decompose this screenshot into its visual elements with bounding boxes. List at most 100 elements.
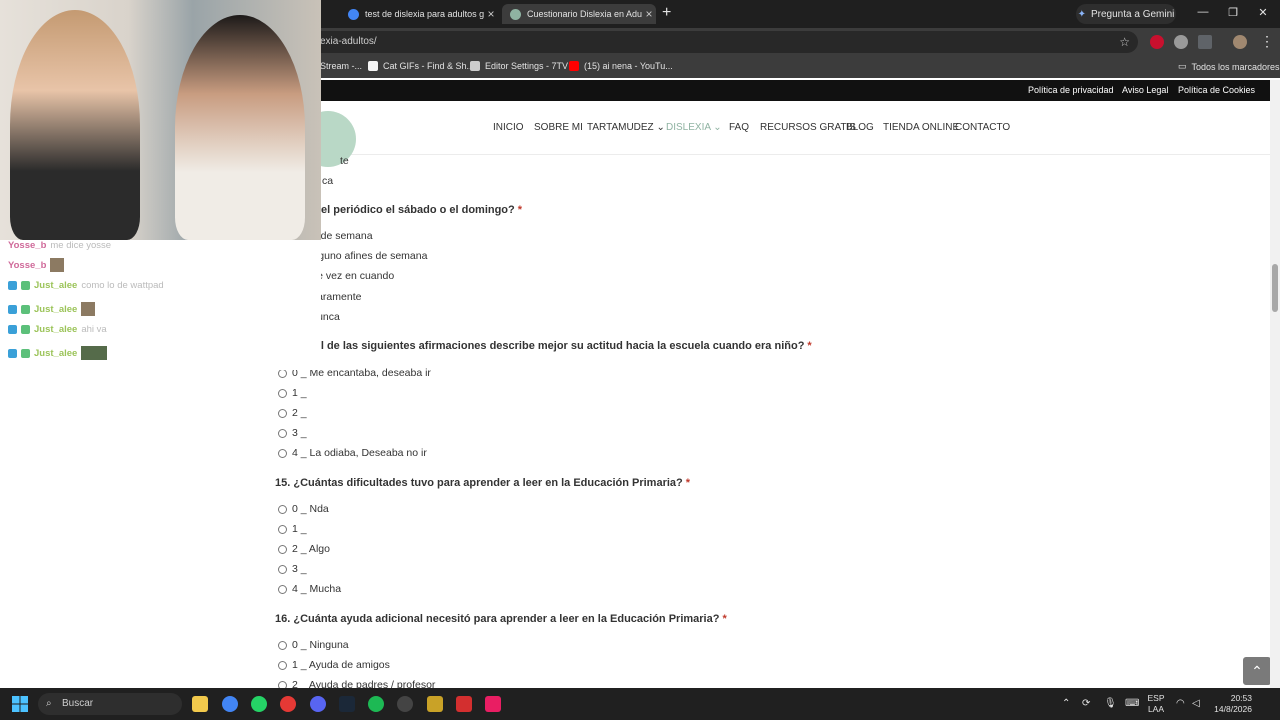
app-icon[interactable] (485, 696, 501, 712)
radio-button[interactable] (278, 388, 287, 398)
google-favicon-icon (348, 8, 359, 20)
chat-message: Yosse_b (8, 258, 65, 272)
scrollbar-thumb[interactable] (1272, 264, 1278, 312)
q16-option-0[interactable]: 0 _ Ninguna (278, 639, 349, 651)
sync-icon[interactable]: ⟳ (1082, 698, 1090, 709)
chat-message: Just_alee ahi va (8, 324, 107, 335)
q15-option-2[interactable]: 2 _ Algo (278, 543, 330, 555)
profile-avatar[interactable] (1233, 35, 1247, 49)
folder-icon: ▭ (1178, 61, 1187, 71)
q14-option-2[interactable]: 2 _ (278, 407, 307, 419)
radio-button[interactable] (278, 640, 287, 650)
nav-tienda-online[interactable]: TIENDA ONLINE (883, 122, 959, 133)
q15-option-4[interactable]: 4 _ Mucha (278, 583, 341, 595)
cookies-policy-link[interactable]: Política de Cookies (1178, 85, 1255, 95)
app-icon[interactable] (280, 696, 296, 712)
question-14-title: 14. ¿Cuál de las siguientes afirmaciones… (275, 340, 812, 352)
nav-contacto[interactable]: CONTACTO (955, 122, 1010, 133)
extensions-puzzle-icon[interactable] (1198, 35, 1212, 49)
scroll-to-top-button[interactable]: ⌃ (1243, 657, 1270, 685)
q15-option-3[interactable]: 3 _ (278, 563, 307, 575)
webcam-overlay (0, 0, 321, 240)
nav-dislexia[interactable]: DISLEXIA ⌄ (666, 122, 722, 133)
gemini-button[interactable]: ✦ Pregunta a Gemini (1076, 4, 1176, 24)
privacy-policy-link[interactable]: Política de privacidad (1028, 85, 1114, 95)
whatsapp-icon[interactable] (251, 696, 267, 712)
nav-sobre-mi[interactable]: SOBRE MI (534, 122, 583, 133)
gem-badge-icon (21, 281, 30, 290)
page-scrollbar[interactable] (1270, 80, 1280, 688)
chevron-up-icon[interactable]: ⌃ (1062, 698, 1070, 709)
app-icon[interactable] (427, 696, 443, 712)
file-explorer-icon[interactable] (192, 696, 208, 712)
chat-message: Just_alee como lo de wattpad (8, 280, 164, 291)
radio-button[interactable] (278, 504, 287, 514)
radio-button[interactable] (278, 524, 287, 534)
clock[interactable]: 20:53 14/8/2026 (1208, 693, 1252, 715)
nav-faq[interactable]: FAQ (729, 122, 749, 133)
close-tab-icon[interactable]: × (484, 7, 498, 21)
bookmark-item[interactable]: (15) ai nena - YouTu... (569, 61, 673, 71)
q16-option-2[interactable]: 2 _ Ayuda de padres / profesor (278, 679, 435, 688)
q15-option-1[interactable]: 1 _ (278, 523, 307, 535)
q14-option-4[interactable]: 4 _ La odiaba, Deseaba no ir (278, 447, 427, 459)
discord-icon[interactable] (310, 696, 326, 712)
q14-option-1[interactable]: 1 _ (278, 387, 307, 399)
microphone-icon[interactable]: 🎙 (1104, 698, 1117, 709)
bookmark-item[interactable]: Editor Settings - 7TV (470, 61, 568, 71)
chrome-icon[interactable] (222, 696, 238, 712)
wifi-icon[interactable]: ◠ (1176, 698, 1185, 709)
q16-option-1[interactable]: 1 _ Ayuda de amigos (278, 659, 390, 671)
windows-start-icon[interactable] (12, 696, 28, 712)
bookmark-star-icon[interactable]: ☆ (1119, 31, 1130, 53)
radio-button[interactable] (278, 428, 287, 438)
language-indicator[interactable]: ESP LAA (1145, 693, 1167, 715)
chevron-down-icon: ⌄ (713, 122, 722, 133)
browser-menu-icon[interactable]: ⋮ (1260, 33, 1274, 50)
spotify-icon[interactable] (368, 696, 384, 712)
gem-badge-icon (21, 304, 30, 314)
windows-taskbar: ⌕ Buscar ⌃ ⟳ 🎙 ⌨ ESP LAA ◠ ◁ 20:53 14/8/20… (0, 688, 1280, 720)
close-window-icon[interactable]: ✕ (1253, 6, 1273, 19)
extension-icon[interactable] (1150, 35, 1164, 49)
radio-button[interactable] (278, 584, 287, 594)
app-icon[interactable] (456, 696, 472, 712)
streamer-left-image (10, 10, 140, 240)
q14-option-3[interactable]: 3 _ (278, 427, 307, 439)
extension-icon[interactable] (1174, 35, 1188, 49)
keyboard-icon[interactable]: ⌨ (1125, 698, 1139, 709)
legal-notice-link[interactable]: Aviso Legal (1122, 85, 1168, 95)
restore-icon[interactable]: ❐ (1223, 6, 1243, 19)
radio-button[interactable] (278, 448, 287, 458)
q15-option-0[interactable]: 0 _ Nda (278, 503, 329, 515)
moderator-badge-icon (8, 325, 17, 334)
nav-recursos-gratis[interactable]: RECURSOS GRATIS (760, 122, 856, 133)
minimize-icon[interactable]: — (1193, 6, 1213, 18)
volume-icon[interactable]: ◁ (1192, 698, 1200, 709)
nav-inicio[interactable]: INICIO (493, 122, 524, 133)
radio-button[interactable] (278, 680, 287, 688)
nav-blog[interactable]: BLOG (846, 122, 874, 133)
question-15-title: 15. ¿Cuántas dificultades tuvo para apre… (275, 477, 691, 489)
all-bookmarks-button[interactable]: ▭ Todos los marcadores (1178, 61, 1280, 72)
obs-icon[interactable] (397, 696, 413, 712)
moderator-badge-icon (8, 348, 17, 358)
chevron-up-icon: ⌃ (1251, 663, 1263, 679)
tab-dyslexia-questionnaire[interactable]: Cuestionario Dislexia en Adulto × (502, 4, 656, 24)
radio-button[interactable] (278, 564, 287, 574)
nav-tartamudez[interactable]: TARTAMUDEZ ⌄ (587, 122, 665, 133)
new-tab-button[interactable]: + (662, 4, 671, 22)
radio-button[interactable] (278, 544, 287, 554)
tab-dyslexia-test[interactable]: test de dislexia para adultos gra × (340, 4, 498, 24)
address-bar[interactable]: exia-adultos/ ☆ (300, 31, 1138, 53)
taskbar-search[interactable]: ⌕ Buscar (38, 693, 182, 715)
radio-button[interactable] (278, 660, 287, 670)
radio-button[interactable] (278, 408, 287, 418)
bookmark-item[interactable]: Stream -... (320, 61, 362, 71)
close-tab-icon[interactable]: × (642, 7, 656, 21)
bookmark-item[interactable]: Cat GIFs - Find & Sh... (368, 61, 474, 71)
steam-icon[interactable] (339, 696, 355, 712)
gem-badge-icon (21, 325, 30, 334)
chevron-down-icon: ⌄ (656, 122, 665, 133)
site-favicon-icon (510, 8, 521, 20)
